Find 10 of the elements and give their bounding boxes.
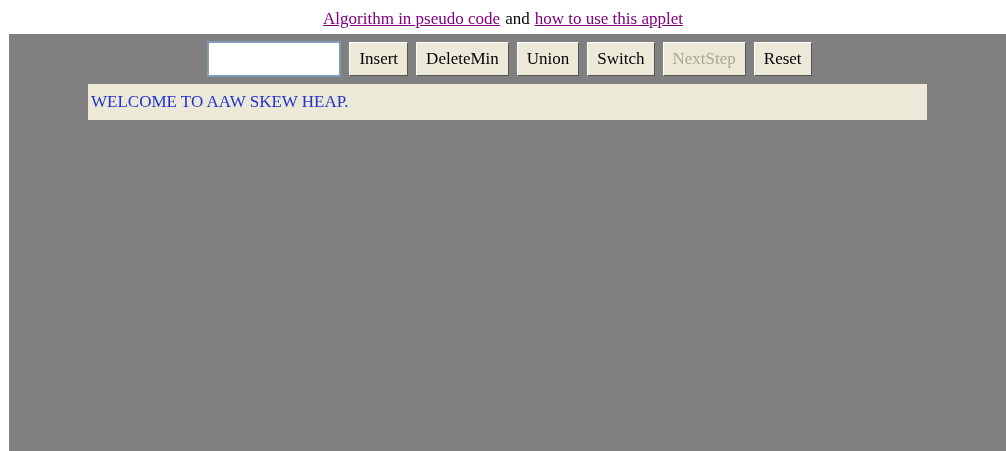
link[interactable]: how to use this applet [534,6,683,32]
joiner-text: and [505,8,530,31]
toolbar-button[interactable]: DeleteMin [416,42,509,76]
toolbar-button[interactable]: Union [516,42,580,76]
toolbar-button[interactable]: Insert [349,42,409,76]
toolbar-button[interactable]: Switch [587,42,655,76]
link[interactable]: Algorithm in pseudo code [323,6,501,32]
input-field[interactable] [207,41,342,77]
message-text: WELCOME TO AAW SKEW HEAP. [91,91,349,114]
toolbar-button[interactable]: Reset [753,42,812,76]
